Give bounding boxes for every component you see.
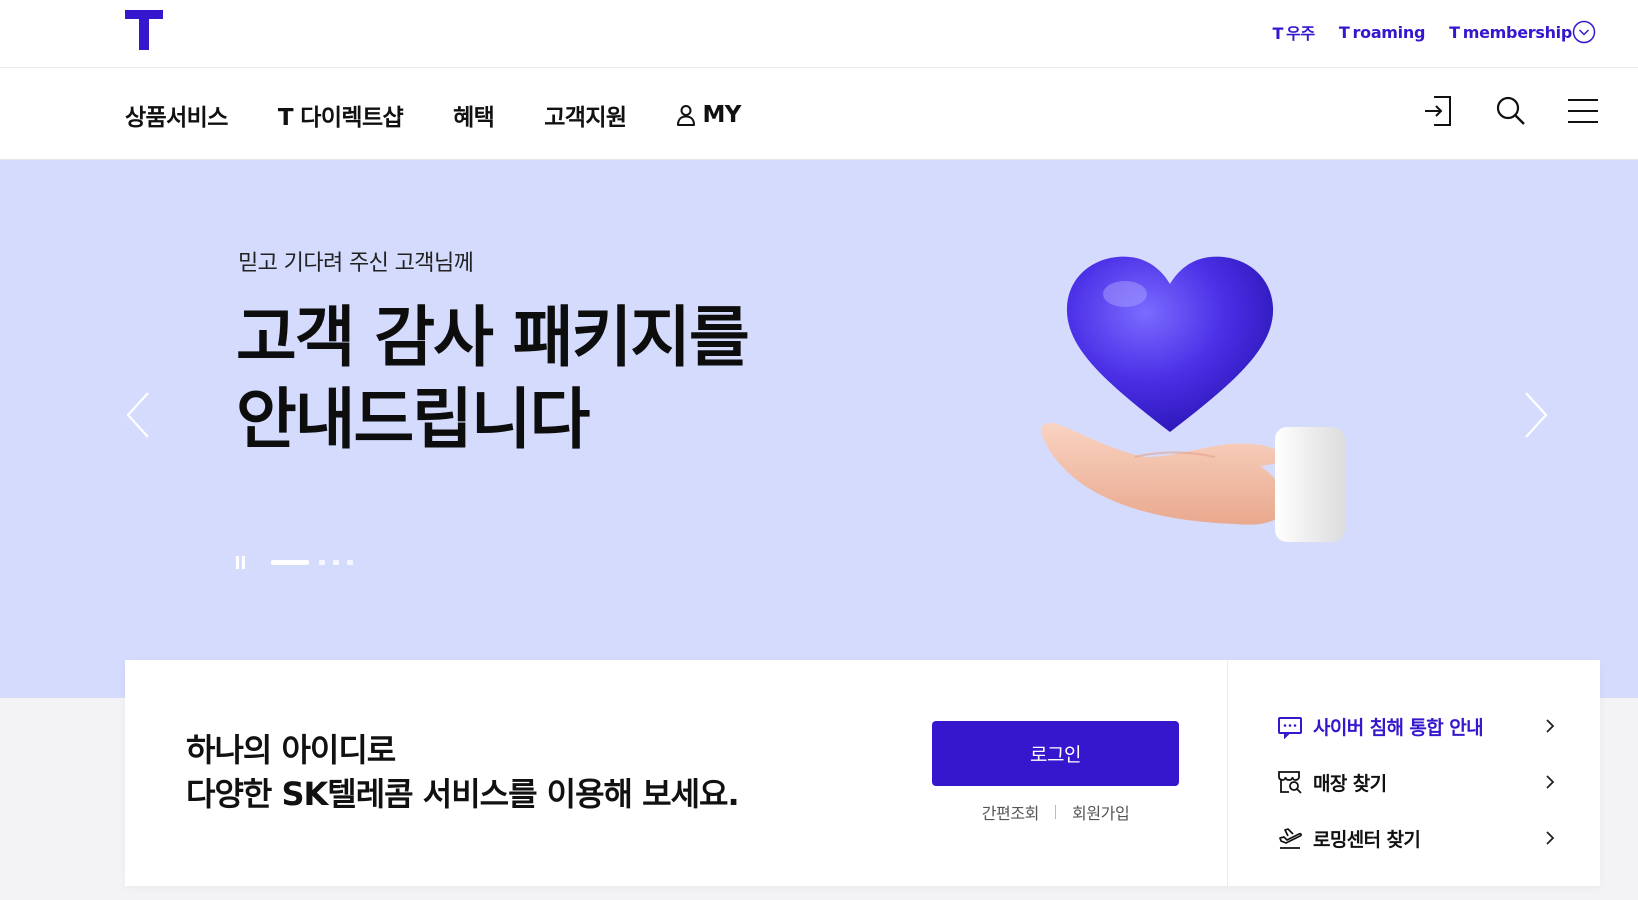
t-logo-icon[interactable] bbox=[125, 10, 163, 50]
utility-links: T 우주 T roaming T membership bbox=[1272, 20, 1572, 44]
pager-dot[interactable] bbox=[319, 560, 325, 565]
pager-dot[interactable] bbox=[333, 560, 339, 565]
gnb-direct-shop[interactable]: T 다이렉트샵 bbox=[278, 98, 404, 132]
notice-message-icon bbox=[1278, 717, 1302, 739]
quick-link-list: 사이버 침해 통합 안내 매장 찾기 로밍센터 찾기 bbox=[1277, 698, 1557, 866]
login-card: 하나의 아이디로 다양한 SK텔레콤 서비스를 이용해 보세요. 로그인 간편조… bbox=[125, 660, 1600, 886]
hero-title: 고객 감사 패키지를 안내드립니다 bbox=[236, 297, 750, 461]
quick-link-label: 사이버 침해 통합 안내 bbox=[1313, 716, 1484, 739]
chevron-right-icon bbox=[1546, 719, 1555, 733]
pager-dot-active[interactable] bbox=[271, 560, 309, 565]
menu-icon[interactable] bbox=[1566, 94, 1600, 128]
chevron-right-icon bbox=[1546, 831, 1555, 845]
quick-link-label: 매장 찾기 bbox=[1313, 772, 1387, 795]
next-slide-arrow-icon[interactable] bbox=[1512, 385, 1552, 445]
search-icon[interactable] bbox=[1494, 94, 1528, 128]
login-card-message-line1: 하나의 아이디로 bbox=[186, 731, 396, 769]
airplane-icon bbox=[1279, 828, 1302, 849]
utility-bar: T 우주 T roaming T membership bbox=[0, 0, 1638, 68]
t-universe-link[interactable]: T 우주 bbox=[1272, 20, 1315, 44]
t-roaming-label: roaming bbox=[1352, 22, 1426, 42]
gnb-customer-support[interactable]: 고객지원 bbox=[544, 98, 627, 132]
chevron-right-icon bbox=[1546, 775, 1555, 789]
t-prefix: T bbox=[1338, 22, 1350, 42]
gnb-products-services[interactable]: 상품서비스 bbox=[125, 98, 228, 132]
hero-banner[interactable]: 믿고 기다려 주신 고객님께 고객 감사 패키지를 안내드립니다 bbox=[0, 160, 1638, 698]
login-sub-links: 간편조회 회원가입 bbox=[932, 800, 1179, 824]
t-membership-link[interactable]: T membership bbox=[1449, 23, 1572, 42]
gnb-my-label: MY bbox=[702, 102, 741, 128]
quick-link-roaming-center[interactable]: 로밍센터 찾기 bbox=[1277, 810, 1557, 866]
quick-lookup-link[interactable]: 간편조회 bbox=[982, 800, 1040, 824]
gnb-icon-group bbox=[1422, 94, 1600, 128]
gnb-benefits[interactable]: 혜택 bbox=[453, 98, 495, 132]
store-search-icon bbox=[1278, 771, 1302, 794]
sign-up-link[interactable]: 회원가입 bbox=[1072, 800, 1130, 824]
t-membership-label: membership bbox=[1462, 22, 1573, 42]
quick-link-cyber-breach[interactable]: 사이버 침해 통합 안내 bbox=[1277, 698, 1557, 754]
login-card-message: 하나의 아이디로 다양한 SK텔레콤 서비스를 이용해 보세요. bbox=[186, 728, 740, 816]
t-prefix: T bbox=[1272, 24, 1284, 43]
prev-slide-arrow-icon[interactable] bbox=[122, 385, 162, 445]
person-icon bbox=[677, 105, 696, 126]
pager-dot[interactable] bbox=[347, 560, 353, 565]
gnb-my[interactable]: MY bbox=[676, 98, 741, 132]
t-roaming-link[interactable]: T roaming bbox=[1338, 22, 1426, 42]
link-separator bbox=[1055, 805, 1056, 819]
main-navigation: 상품서비스 T 다이렉트샵 혜택 고객지원 MY bbox=[0, 68, 1638, 160]
heart-on-hand-illustration bbox=[1040, 256, 1345, 542]
t-prefix: T bbox=[1449, 22, 1460, 42]
login-icon[interactable] bbox=[1422, 94, 1456, 128]
slide-pager bbox=[236, 556, 353, 569]
card-divider bbox=[1227, 660, 1228, 886]
gnb-menu: 상품서비스 T 다이렉트샵 혜택 고객지원 MY bbox=[125, 98, 741, 132]
expand-circle-icon[interactable] bbox=[1572, 20, 1596, 44]
login-button[interactable]: 로그인 bbox=[932, 721, 1179, 786]
quick-link-store-finder[interactable]: 매장 찾기 bbox=[1277, 754, 1557, 810]
pause-icon[interactable] bbox=[236, 556, 245, 569]
hero-title-line2: 안내드립니다 bbox=[236, 381, 590, 458]
hero-title-line1: 고객 감사 패키지를 bbox=[236, 299, 750, 376]
hero-subtitle: 믿고 기다려 주신 고객님께 bbox=[238, 251, 474, 276]
t-universe-label: 우주 bbox=[1286, 24, 1315, 43]
login-card-message-line2: 다양한 SK텔레콤 서비스를 이용해 보세요. bbox=[186, 775, 740, 813]
quick-link-label: 로밍센터 찾기 bbox=[1313, 828, 1421, 851]
